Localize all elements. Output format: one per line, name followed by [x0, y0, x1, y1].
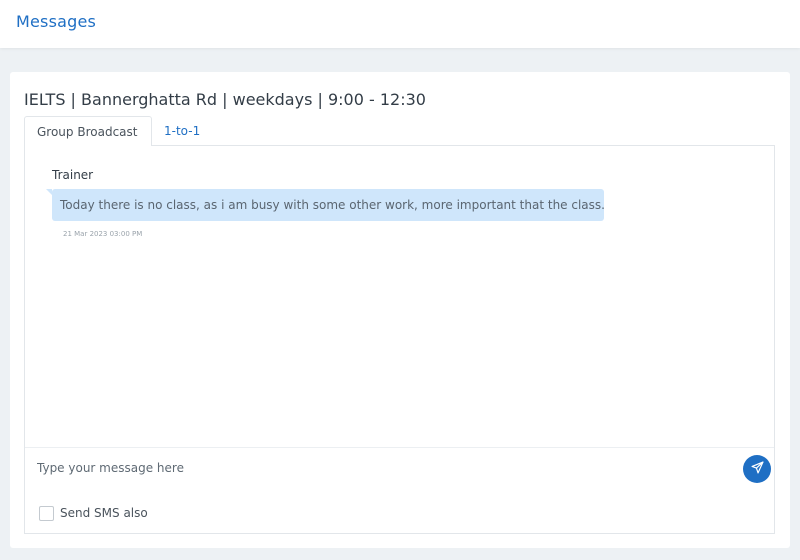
send-icon [750, 461, 764, 477]
send-sms-label[interactable]: Send SMS also [60, 506, 148, 520]
send-sms-checkbox[interactable] [39, 506, 54, 521]
group-title: IELTS | Bannerghatta Rd | weekdays | 9:0… [24, 90, 426, 109]
message-timestamp: 21 Mar 2023 03:00 PM [63, 230, 143, 238]
composer [25, 449, 774, 489]
message-bubble: Today there is no class, as i am busy wi… [46, 189, 605, 221]
tab-bar: Group Broadcast 1-to-1 Messages [24, 116, 775, 168]
message-sender: Trainer [52, 168, 94, 182]
send-button[interactable] [743, 455, 771, 483]
message-input[interactable] [37, 454, 727, 482]
group-card: IELTS | Bannerghatta Rd | weekdays | 9:0… [10, 72, 790, 548]
top-bar: Messages [0, 0, 800, 48]
tab-one-to-one-messages[interactable]: 1-to-1 Messages [152, 116, 272, 168]
message-panel: Trainer Today there is no class, as i am… [24, 146, 775, 534]
message-list[interactable]: Trainer Today there is no class, as i am… [25, 146, 774, 448]
tab-group-broadcast[interactable]: Group Broadcast [24, 116, 152, 147]
page-title: Messages [16, 12, 97, 31]
